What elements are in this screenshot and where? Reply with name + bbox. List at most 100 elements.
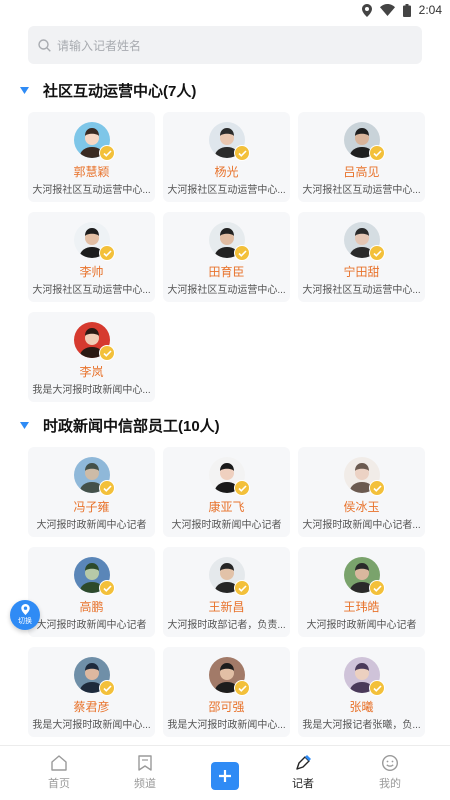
- avatar: [209, 557, 250, 596]
- member-name: 邵可强: [208, 700, 245, 714]
- member-description: 大河报社区互动运营中心...: [167, 185, 286, 196]
- search-icon: [38, 38, 51, 52]
- verified-badge-icon: [99, 145, 115, 161]
- member-name: 宁田甜: [343, 265, 380, 279]
- member-card[interactable]: 王玮皓大河报时政新闻中心记者: [298, 547, 425, 637]
- member-card[interactable]: 蔡君彦我是大河报时政新闻中心...: [28, 647, 155, 737]
- member-description: 大河报社区互动运营中心...: [32, 185, 151, 196]
- member-name: 李帅: [79, 265, 104, 279]
- member-name: 侯冰玉: [343, 500, 380, 514]
- avatar: [209, 457, 250, 496]
- member-name: 康亚飞: [208, 500, 245, 514]
- switch-location-button[interactable]: 切换: [10, 600, 40, 630]
- tab-label: 我的: [379, 778, 401, 790]
- tab-home[interactable]: 首页: [29, 754, 89, 791]
- status-time: 2:04: [418, 3, 442, 17]
- triangle-down-icon: [20, 87, 29, 94]
- member-card[interactable]: 王新昌大河报时政部记者，负责...: [163, 547, 290, 637]
- reporter-pen-icon: [296, 755, 311, 770]
- verified-badge-icon: [99, 345, 115, 361]
- section-title: 时政新闻中信部员工(10人): [43, 418, 220, 435]
- section-header-community[interactable]: 社区互动运营中心(7人): [20, 80, 196, 101]
- member-description: 大河报社区互动运营中心...: [302, 285, 421, 296]
- member-description: 我是大河报时政新闻中心...: [167, 720, 286, 731]
- avatar: [74, 222, 115, 261]
- tab-label: 记者: [292, 778, 314, 790]
- tab-label: 频道: [134, 778, 156, 790]
- avatar: [209, 657, 250, 696]
- publish-plus-button[interactable]: [211, 762, 239, 790]
- member-description: 大河报社区互动运营中心...: [32, 285, 151, 296]
- triangle-down-icon: [20, 422, 29, 429]
- verified-badge-icon: [234, 480, 250, 496]
- search-input[interactable]: 请输入记者姓名: [28, 26, 422, 64]
- tab-mine[interactable]: 我的: [360, 754, 420, 791]
- member-card[interactable]: 张曦我是大河报记者张曦，负...: [298, 647, 425, 737]
- verified-badge-icon: [234, 145, 250, 161]
- smiley-icon: [381, 754, 399, 772]
- member-name: 李岚: [79, 365, 104, 379]
- battery-icon: [402, 3, 411, 17]
- member-description: 大河报社区互动运营中心...: [167, 285, 286, 296]
- member-card[interactable]: 郭慧颖大河报社区互动运营中心...: [28, 112, 155, 202]
- status-bar: 2:04: [0, 0, 450, 22]
- verified-badge-icon: [99, 480, 115, 496]
- verified-badge-icon: [369, 680, 385, 696]
- tab-channel[interactable]: 频道: [115, 754, 175, 791]
- member-name: 张曦: [349, 700, 374, 714]
- avatar: [74, 657, 115, 696]
- verified-badge-icon: [369, 145, 385, 161]
- avatar: [344, 657, 385, 696]
- member-name: 高鹏: [79, 600, 104, 614]
- member-card[interactable]: 李岚 我是大河报时政新闻中心...: [28, 312, 155, 402]
- avatar: [74, 457, 115, 496]
- member-name: 王玮皓: [343, 600, 380, 614]
- member-card[interactable]: 侯冰玉 大河报时政新闻中心记者...: [298, 447, 425, 537]
- member-card[interactable]: 邵可强我是大河报时政新闻中心...: [163, 647, 290, 737]
- avatar: [74, 322, 115, 361]
- member-card[interactable]: 杨光 大河报社区互动运营中心...: [163, 112, 290, 202]
- member-name: 郭慧颖: [73, 165, 110, 179]
- status-icons: 2:04: [361, 3, 442, 17]
- verified-badge-icon: [99, 580, 115, 596]
- member-description: 大河报时政新闻中心记者: [36, 520, 147, 531]
- tab-label: 首页: [48, 778, 70, 790]
- wifi-icon: [379, 4, 395, 16]
- member-card[interactable]: 高鹏 大河报时政新闻中心记者: [28, 547, 155, 637]
- avatar: [344, 122, 385, 161]
- member-grid-community: 郭慧颖 大河报社区互动运营中心... 杨光 大河报社区互动运营中心... 吕高见 大河报社…: [28, 112, 425, 402]
- section-header-politics[interactable]: 时政新闻中信部员工(10人): [20, 415, 220, 436]
- member-card[interactable]: 田育臣大河报社区互动运营中心...: [163, 212, 290, 302]
- member-name: 王新昌: [208, 600, 245, 614]
- member-grid-politics: 冯子雍 大河报时政新闻中心记者 康亚飞 大河报时政新闻中心记者 侯冰玉 大河报时政新闻中心…: [28, 447, 425, 737]
- section-title: 社区互动运营中心(7人): [43, 83, 197, 100]
- member-card[interactable]: 康亚飞大河报时政新闻中心记者: [163, 447, 290, 537]
- location-icon: [361, 3, 372, 17]
- member-description: 大河报时政新闻中心记者: [306, 620, 417, 631]
- bottom-tab-bar: 首页 频道 记者 我的: [0, 745, 450, 800]
- member-name: 冯子雍: [73, 500, 110, 514]
- avatar: [344, 457, 385, 496]
- member-description: 大河报时政新闻中心记者: [171, 520, 282, 531]
- location-pin-icon: [20, 604, 30, 615]
- member-card[interactable]: 宁田甜大河报社区互动运营中心...: [298, 212, 425, 302]
- avatar: [209, 222, 250, 261]
- member-name: 田育臣: [208, 265, 245, 279]
- member-card[interactable]: 吕高见 大河报社区互动运营中心...: [298, 112, 425, 202]
- verified-badge-icon: [369, 245, 385, 261]
- verified-badge-icon: [369, 580, 385, 596]
- home-icon: [51, 755, 67, 771]
- member-description: 我是大河报记者张曦，负...: [302, 720, 421, 731]
- tab-reporter[interactable]: 记者: [273, 754, 333, 791]
- member-description: 大河报时政部记者，负责...: [167, 620, 286, 631]
- verified-badge-icon: [234, 245, 250, 261]
- member-name: 蔡君彦: [73, 700, 110, 714]
- member-description: 大河报社区互动运营中心...: [302, 185, 421, 196]
- bookmark-icon: [138, 755, 152, 771]
- avatar: [344, 557, 385, 596]
- member-description: 我是大河报时政新闻中心...: [32, 720, 151, 731]
- member-card[interactable]: 冯子雍大河报时政新闻中心记者: [28, 447, 155, 537]
- member-card[interactable]: 李帅大河报社区互动运营中心...: [28, 212, 155, 302]
- search-placeholder: 请输入记者姓名: [57, 38, 142, 53]
- verified-badge-icon: [234, 580, 250, 596]
